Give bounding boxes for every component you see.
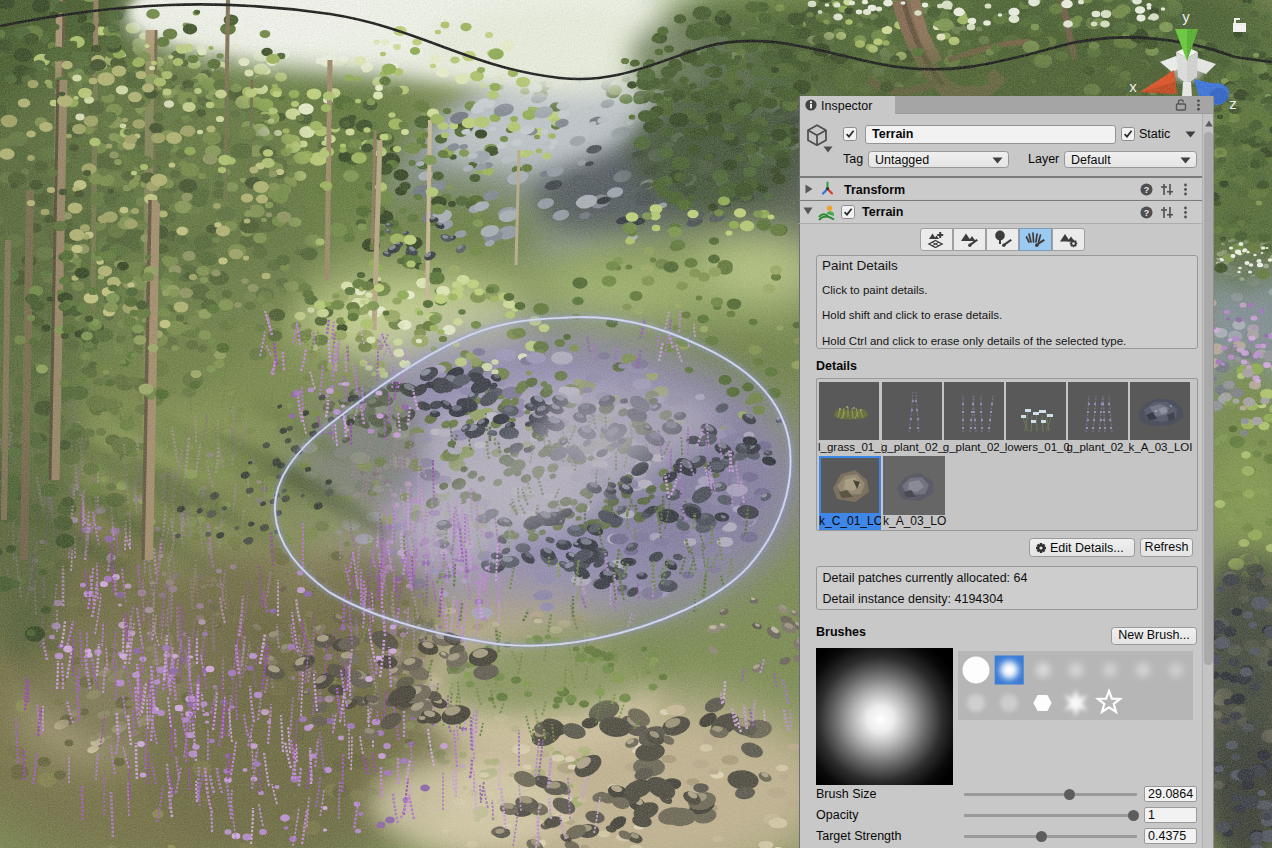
- svg-text:?: ?: [1144, 185, 1150, 195]
- svg-text:?: ?: [1144, 208, 1150, 218]
